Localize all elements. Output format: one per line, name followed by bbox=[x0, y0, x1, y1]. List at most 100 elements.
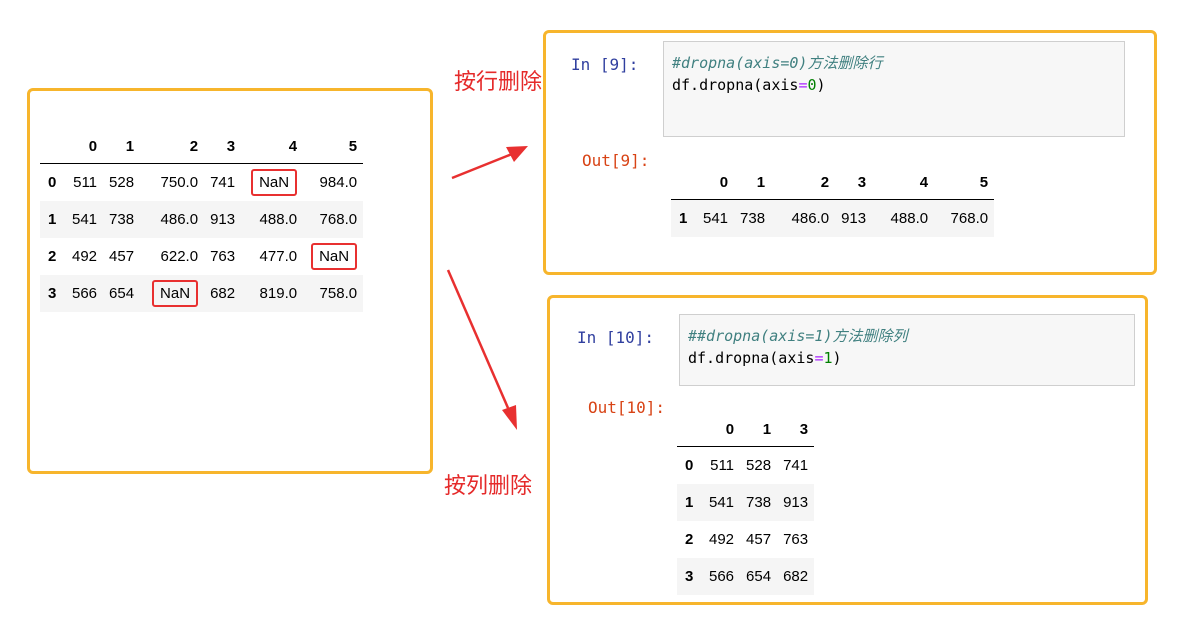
dropna-rows-panel: In [9]: #dropna(axis=0)方法删除行 df.dropna(a… bbox=[543, 30, 1157, 275]
nan-highlight-box: NaN bbox=[311, 243, 358, 270]
table-cell: 741 bbox=[210, 174, 236, 191]
original-dataframe-panel: 0 1 2 3 4 5 0 511 528 750.0 741 NaN 984.… bbox=[27, 88, 433, 474]
row-index: 1 bbox=[40, 201, 66, 238]
table-cell: 486.0 bbox=[140, 201, 205, 238]
column-header: 1 bbox=[103, 129, 141, 164]
column-header: 3 bbox=[204, 129, 242, 164]
in-prompt: In [10]: bbox=[577, 328, 655, 347]
code-comment: ##dropna(axis=1)方法删除列 bbox=[688, 327, 908, 345]
nan-highlight-box: NaN bbox=[251, 169, 298, 196]
table-cell: 768.0 bbox=[303, 201, 364, 238]
table-row: 2 492 457 763 bbox=[677, 521, 814, 558]
table-header-row: 0 1 2 3 4 5 bbox=[40, 129, 364, 164]
code-number: 0 bbox=[807, 76, 817, 94]
table-row: 2 492 457 622.0 763 477.0 NaN bbox=[40, 238, 363, 275]
column-header: 0 bbox=[66, 129, 104, 164]
column-header: 0 bbox=[697, 165, 735, 200]
code-line: df.dropna(axis=1) bbox=[688, 347, 1126, 369]
table-cell: 528 bbox=[109, 174, 135, 191]
row-index: 3 bbox=[40, 275, 66, 312]
column-header: 2 bbox=[140, 129, 205, 164]
table-cell: 457 bbox=[109, 248, 135, 265]
column-header: 3 bbox=[835, 165, 873, 200]
column-header: 1 bbox=[740, 412, 778, 447]
code-text: ) bbox=[832, 349, 842, 367]
table-cell: 541 bbox=[66, 201, 104, 238]
table-cell: 486.0 bbox=[771, 199, 836, 237]
table-cell: 492 bbox=[72, 248, 98, 265]
row-index: 3 bbox=[677, 558, 703, 595]
table-cell: 913 bbox=[204, 201, 242, 238]
row-index: 2 bbox=[685, 531, 694, 548]
code-cell-input[interactable]: ##dropna(axis=1)方法删除列 df.dropna(axis=1) bbox=[679, 314, 1135, 386]
row-index: 1 bbox=[671, 199, 697, 237]
index-header bbox=[40, 129, 66, 164]
table-row: 1 541 738 913 bbox=[677, 484, 815, 521]
row-index: 1 bbox=[677, 484, 703, 521]
table-cell: 758.0 bbox=[303, 275, 364, 312]
code-cell-input[interactable]: #dropna(axis=0)方法删除行 df.dropna(axis=0) bbox=[663, 41, 1125, 137]
table-cell: 984.0 bbox=[319, 174, 358, 191]
table-row: 3 566 654 682 bbox=[677, 558, 815, 595]
table-cell: 566 bbox=[703, 558, 741, 595]
out-prompt: Out[9]: bbox=[582, 151, 650, 170]
original-dataframe-table: 0 1 2 3 4 5 0 511 528 750.0 741 NaN 984.… bbox=[40, 129, 364, 312]
col-delete-label: 按列删除 bbox=[444, 474, 533, 499]
row-index: 2 bbox=[48, 248, 57, 265]
column-header: 4 bbox=[241, 129, 304, 164]
table-cell: 819.0 bbox=[241, 275, 304, 312]
table-cell: 654 bbox=[740, 558, 778, 595]
code-text: df.dropna(axis bbox=[688, 349, 815, 367]
column-header: 3 bbox=[777, 412, 815, 447]
table-cell: 492 bbox=[709, 531, 735, 548]
table-row: 1 541 738 486.0 913 488.0 768.0 bbox=[671, 199, 995, 237]
table-cell: 763 bbox=[783, 531, 809, 548]
table-header-row: 0 1 3 bbox=[677, 412, 815, 447]
table-cell: 654 bbox=[103, 275, 141, 312]
table-cell: 750.0 bbox=[160, 174, 199, 191]
column-header: 5 bbox=[934, 165, 995, 200]
table-cell: 741 bbox=[783, 457, 809, 474]
column-header: 1 bbox=[734, 165, 772, 200]
code-comment: #dropna(axis=0)方法删除行 bbox=[672, 54, 883, 72]
table-cell-nan: NaN bbox=[241, 164, 303, 202]
table-cell: 488.0 bbox=[241, 201, 304, 238]
table-cell: 566 bbox=[66, 275, 104, 312]
index-header bbox=[671, 165, 697, 200]
column-header: 4 bbox=[872, 165, 935, 200]
table-cell: 528 bbox=[746, 457, 772, 474]
table-cell: 738 bbox=[103, 201, 141, 238]
arrow-to-col-result bbox=[446, 269, 517, 430]
code-number: 1 bbox=[823, 349, 833, 367]
table-row: 0 511 528 750.0 741 NaN 984.0 bbox=[40, 164, 363, 202]
table-cell-nan: NaN bbox=[303, 238, 363, 275]
row-delete-label: 按行删除 bbox=[454, 70, 543, 95]
table-cell: 913 bbox=[777, 484, 815, 521]
table-cell: 457 bbox=[746, 531, 772, 548]
dropna-columns-panel: In [10]: ##dropna(axis=1)方法删除列 df.dropna… bbox=[547, 295, 1148, 605]
table-cell: 511 bbox=[73, 174, 98, 191]
table-cell: 511 bbox=[710, 457, 735, 474]
nan-highlight-box: NaN bbox=[152, 280, 199, 307]
code-text: df.dropna(axis bbox=[672, 76, 799, 94]
table-cell: 768.0 bbox=[934, 199, 995, 237]
row-index: 0 bbox=[685, 457, 694, 474]
table-cell: 622.0 bbox=[160, 248, 199, 265]
code-text: ) bbox=[816, 76, 826, 94]
table-cell: 477.0 bbox=[259, 248, 298, 265]
table-row: 0 511 528 741 bbox=[677, 447, 814, 485]
table-cell: 541 bbox=[703, 484, 741, 521]
table-cell: 541 bbox=[697, 199, 735, 237]
column-header: 2 bbox=[771, 165, 836, 200]
index-header bbox=[677, 412, 703, 447]
out-prompt: Out[10]: bbox=[588, 398, 666, 417]
code-line: df.dropna(axis=0) bbox=[672, 74, 1116, 96]
table-cell: 682 bbox=[204, 275, 242, 312]
table-cell: 738 bbox=[740, 484, 778, 521]
table-cell: 682 bbox=[777, 558, 815, 595]
row-index: 0 bbox=[48, 174, 57, 191]
arrow-to-row-result bbox=[451, 146, 528, 180]
table-cell: 488.0 bbox=[872, 199, 935, 237]
result-dataframe-table: 0 1 2 3 4 5 1 541 738 486.0 913 488.0 76… bbox=[671, 165, 995, 237]
column-header: 0 bbox=[703, 412, 741, 447]
